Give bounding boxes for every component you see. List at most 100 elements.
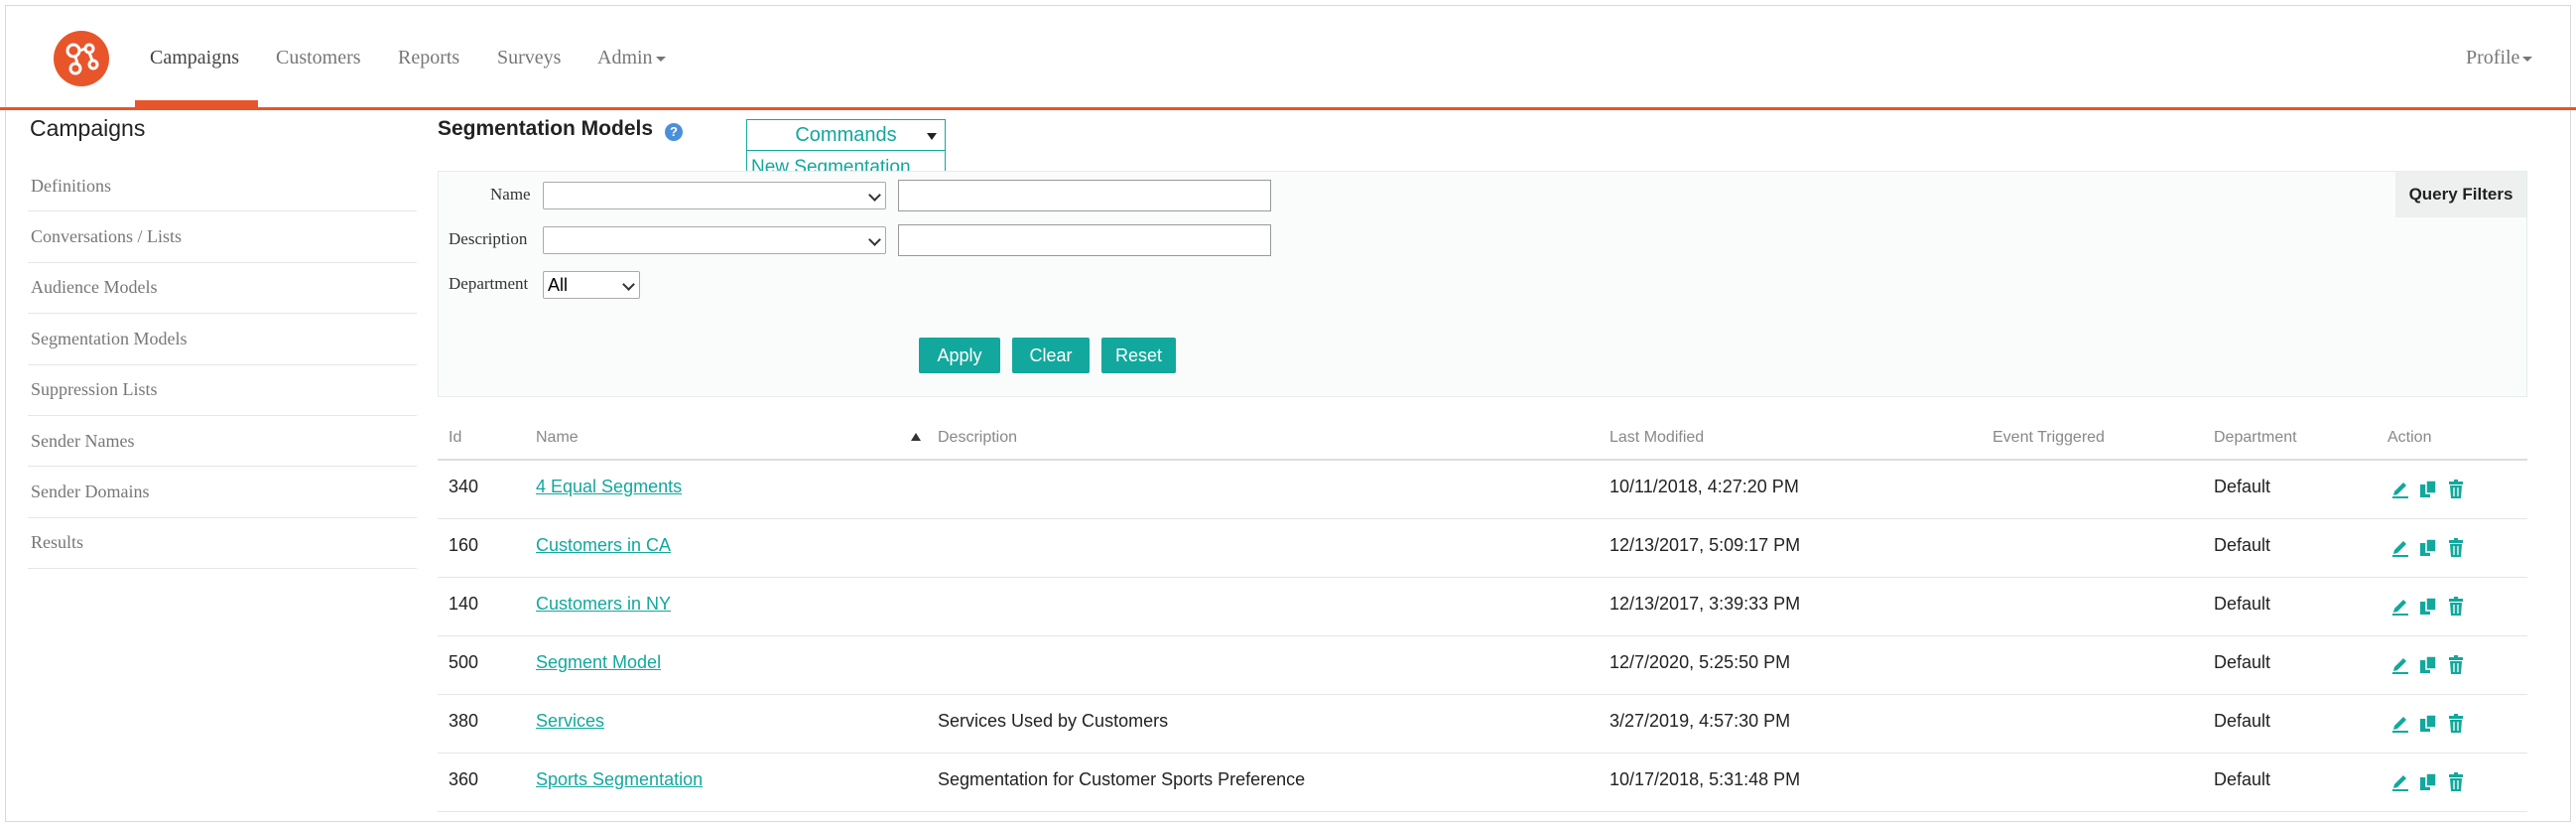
sidebar-item-results[interactable]: Results xyxy=(28,518,417,570)
nav-profile-label: Profile xyxy=(2466,47,2520,69)
sidebar-item-conversations[interactable]: Conversations / Lists xyxy=(28,211,417,263)
edit-icon[interactable] xyxy=(2390,537,2410,559)
table-row: 500 Segment Model 12/7/2020, 5:25:50 PM Def… xyxy=(438,636,2527,695)
nav-admin[interactable]: Admin xyxy=(597,47,666,69)
table-row: 160 Customers in CA 12/13/2017, 5:09:17 PM… xyxy=(438,519,2527,578)
cell-id: 360 xyxy=(449,769,479,789)
copy-icon[interactable] xyxy=(2418,537,2438,559)
column-header-name[interactable]: Name xyxy=(536,429,579,447)
nav-reports[interactable]: Reports xyxy=(398,47,459,69)
delete-icon[interactable] xyxy=(2446,537,2466,559)
cell-name-link[interactable]: Sports Segmentation xyxy=(536,769,703,790)
copy-icon[interactable] xyxy=(2418,713,2438,735)
nav-profile[interactable]: Profile xyxy=(2466,47,2533,69)
sidebar-item-definitions[interactable]: Definitions xyxy=(28,161,417,212)
cell-name-link[interactable]: 4 Equal Segments xyxy=(536,477,682,497)
copy-icon[interactable] xyxy=(2418,479,2438,500)
edit-icon[interactable] xyxy=(2390,479,2410,500)
cell-last-modified: 12/7/2020, 5:25:50 PM xyxy=(1610,652,1791,672)
clear-button[interactable]: Clear xyxy=(1012,338,1090,373)
copy-icon[interactable] xyxy=(2418,596,2438,618)
table-row: 360 Sports Segmentation Segmentation for C… xyxy=(438,754,2527,812)
filter-panel: Query Filters Name Description Departmen… xyxy=(438,171,2527,397)
nav-admin-label: Admin xyxy=(597,47,653,69)
sidebar-item-sender-domains[interactable]: Sender Domains xyxy=(28,467,417,518)
help-icon[interactable]: ? xyxy=(665,123,683,141)
chevron-down-icon xyxy=(868,189,881,202)
name-filter-input[interactable] xyxy=(898,180,1271,211)
row-actions xyxy=(2390,713,2466,735)
table-row: 340 4 Equal Segments 10/11/2018, 4:27:20 P… xyxy=(438,461,2527,519)
edit-icon[interactable] xyxy=(2390,654,2410,676)
sidebar-list: Definitions Conversations / Lists Audien… xyxy=(28,161,417,570)
column-header-event-triggered[interactable]: Event Triggered xyxy=(1993,429,2105,447)
nav-surveys[interactable]: Surveys xyxy=(497,47,561,69)
cell-department: Default xyxy=(2214,769,2271,789)
reset-button[interactable]: Reset xyxy=(1101,338,1176,373)
brand-logo-icon[interactable] xyxy=(54,31,109,86)
nav-customers[interactable]: Customers xyxy=(276,47,361,69)
delete-icon[interactable] xyxy=(2446,654,2466,676)
apply-button[interactable]: Apply xyxy=(919,338,1000,373)
delete-icon[interactable] xyxy=(2446,771,2466,793)
department-select-value: All xyxy=(548,275,569,295)
cell-last-modified: 10/17/2018, 5:31:48 PM xyxy=(1610,769,1801,789)
cell-description: Services Used by Customers xyxy=(938,711,1169,731)
cell-id: 340 xyxy=(449,477,479,496)
cell-name-link[interactable]: Customers in CA xyxy=(536,535,671,556)
column-header-last-modified[interactable]: Last Modified xyxy=(1610,429,1704,447)
active-tab-indicator xyxy=(135,100,258,110)
cell-name-link[interactable]: Services xyxy=(536,711,604,732)
copy-icon[interactable] xyxy=(2418,654,2438,676)
description-operator-select[interactable] xyxy=(543,226,886,254)
row-actions xyxy=(2390,771,2466,793)
sidebar-title: Campaigns xyxy=(30,115,146,141)
name-operator-select[interactable] xyxy=(543,182,886,209)
edit-icon[interactable] xyxy=(2390,713,2410,735)
cell-description: Segmentation for Customer Sports Prefere… xyxy=(938,769,1306,789)
name-filter-label: Name xyxy=(490,185,531,204)
cell-last-modified: 10/11/2018, 4:27:20 PM xyxy=(1610,477,1799,496)
cell-department: Default xyxy=(2214,594,2271,614)
delete-icon[interactable] xyxy=(2446,713,2466,735)
cell-last-modified: 12/13/2017, 5:09:17 PM xyxy=(1610,535,1801,555)
caret-down-icon xyxy=(927,133,937,140)
column-header-department[interactable]: Department xyxy=(2214,429,2297,447)
sidebar-item-segmentation-models[interactable]: Segmentation Models xyxy=(28,314,417,365)
row-actions xyxy=(2390,596,2466,618)
department-select[interactable]: All xyxy=(543,271,640,299)
query-filters-tab[interactable]: Query Filters xyxy=(2395,172,2526,217)
cell-last-modified: 3/27/2019, 4:57:30 PM xyxy=(1610,711,1791,731)
column-header-action: Action xyxy=(2387,429,2432,446)
cell-department: Default xyxy=(2214,477,2271,496)
cell-id: 160 xyxy=(449,535,479,555)
sidebar-item-audience-models[interactable]: Audience Models xyxy=(28,263,417,315)
column-header-id[interactable]: Id xyxy=(449,429,461,447)
delete-icon[interactable] xyxy=(2446,596,2466,618)
department-filter-label: Department xyxy=(449,274,529,293)
delete-icon[interactable] xyxy=(2446,479,2466,500)
cell-id: 500 xyxy=(449,652,479,672)
row-actions xyxy=(2390,654,2466,676)
commands-label: Commands xyxy=(795,124,897,146)
sort-ascending-icon[interactable] xyxy=(911,433,921,441)
sidebar-item-sender-names[interactable]: Sender Names xyxy=(28,416,417,468)
edit-icon[interactable] xyxy=(2390,596,2410,618)
commands-dropdown[interactable]: Commands xyxy=(746,119,946,151)
top-navbar: Campaigns Customers Reports Surveys Admi… xyxy=(0,5,2576,110)
cell-last-modified: 12/13/2017, 3:39:33 PM xyxy=(1610,594,1801,614)
description-filter-input[interactable] xyxy=(898,224,1271,256)
chevron-down-icon xyxy=(868,233,881,246)
sidebar-item-suppression-lists[interactable]: Suppression Lists xyxy=(28,365,417,416)
edit-icon[interactable] xyxy=(2390,771,2410,793)
cell-id: 380 xyxy=(449,711,479,731)
table-row: 380 Services Services Used by Customers 3/2… xyxy=(438,695,2527,754)
chevron-down-icon xyxy=(622,278,635,291)
cell-department: Default xyxy=(2214,535,2271,555)
nav-campaigns[interactable]: Campaigns xyxy=(150,47,239,69)
copy-icon[interactable] xyxy=(2418,771,2438,793)
cell-id: 140 xyxy=(449,594,479,614)
column-header-description[interactable]: Description xyxy=(938,429,1017,447)
cell-name-link[interactable]: Customers in NY xyxy=(536,594,671,615)
cell-name-link[interactable]: Segment Model xyxy=(536,652,661,673)
